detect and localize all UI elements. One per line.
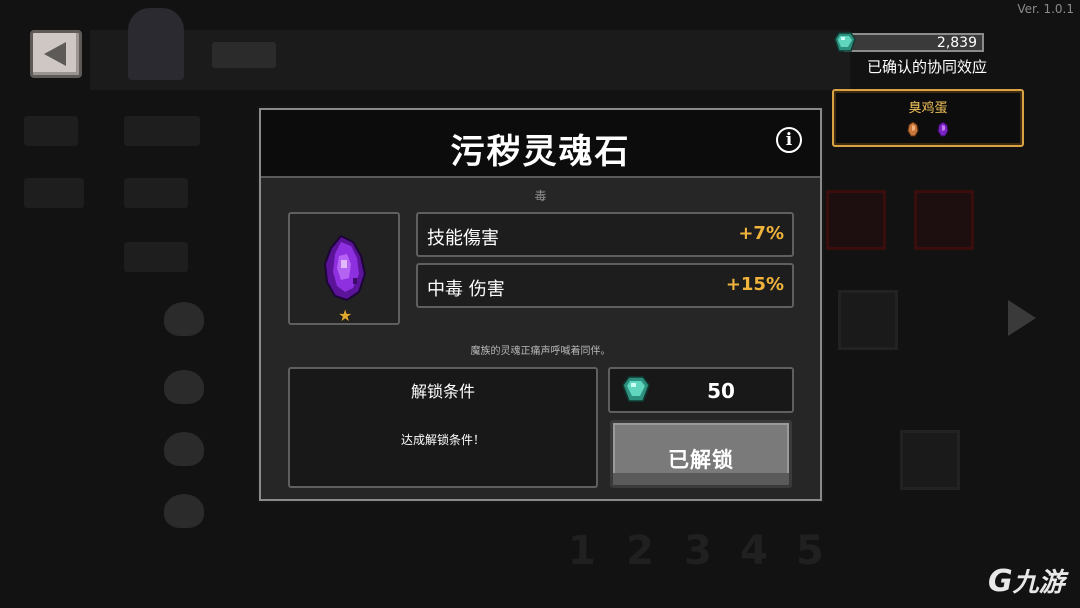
back-button[interactable] (30, 30, 82, 78)
background-title (212, 42, 276, 68)
cost-panel: 50 (608, 367, 794, 413)
unlocked-status-label: 已解锁 (668, 448, 734, 472)
unlock-condition-panel: 解锁条件 达成解锁条件！ (288, 367, 598, 488)
background-character (164, 302, 204, 336)
background-character (164, 494, 204, 528)
stat-label: 中毒 伤害 (427, 279, 505, 300)
background-character (164, 432, 204, 466)
element-tag: 毒 (534, 189, 547, 203)
background-list-row (124, 178, 188, 208)
background-menu-row (24, 178, 84, 208)
stat-row: 中毒 伤害 +15% (416, 263, 794, 308)
watermark-logo: G九游 (988, 562, 1065, 599)
star-icon: ★ (338, 306, 353, 325)
background-list-row (124, 242, 188, 272)
gem-counter: 2,839 (834, 32, 984, 52)
background-tile (826, 190, 886, 250)
background-top-bar (90, 30, 850, 90)
stat-label: 技能傷害 (427, 228, 499, 249)
background-page-number: 2 (626, 528, 654, 574)
back-arrow-icon (44, 42, 66, 66)
cost-value: 50 (707, 379, 735, 403)
gem-count: 2,839 (936, 35, 977, 51)
stat-value: +15% (725, 274, 784, 295)
flavor-text: 魔族的灵魂正痛声呼喊着同伴。 (470, 346, 611, 357)
item-icon-frame: ★ (288, 212, 400, 325)
background-character (164, 370, 204, 404)
orange-stone-icon (907, 121, 919, 137)
info-icon[interactable]: i (776, 127, 802, 153)
watermark-glyph: G (988, 564, 1013, 599)
item-title: 污秽灵魂石 (450, 132, 631, 172)
unlock-condition-text: 达成解锁条件！ (400, 433, 485, 447)
background-page-number: 4 (740, 528, 768, 574)
stat-value: +7% (738, 223, 784, 244)
gem-counter-bar: 2,839 (844, 33, 984, 52)
background-list-row (124, 116, 200, 146)
version-label: Ver. 1.0.1 (1017, 2, 1074, 16)
synergy-card[interactable]: 臭鸡蛋 (832, 89, 1024, 147)
background-tile (838, 290, 898, 350)
background-tile (900, 430, 960, 490)
background-character-portrait (128, 8, 184, 80)
modal-header: 污秽灵魂石 i (261, 110, 820, 178)
synergy-section-title: 已确认的协同效应 (866, 58, 987, 76)
background-page-number: 3 (684, 528, 712, 574)
stat-row: 技能傷害 +7% (416, 212, 794, 257)
background-tile (914, 190, 974, 250)
background-next-arrow (1008, 300, 1036, 336)
synergy-name: 臭鸡蛋 (908, 101, 948, 116)
watermark-text: 九游 (1012, 568, 1065, 598)
purple-stone-icon (937, 121, 949, 137)
unlock-condition-title: 解锁条件 (410, 382, 475, 401)
background-page-number: 1 (568, 528, 596, 574)
background-menu-row (24, 116, 78, 146)
purple-soul-stone-icon (323, 234, 367, 302)
item-detail-modal: 污秽灵魂石 i 毒 ★ 技能傷害 +7% 中毒 伤害 +15% 魔族的灵魂正痛声… (259, 108, 822, 501)
unlocked-status-button[interactable]: 已解锁 (610, 420, 792, 488)
teal-gem-icon (834, 32, 856, 52)
background-page-number: 5 (796, 528, 824, 574)
synergy-icons (834, 121, 1022, 141)
